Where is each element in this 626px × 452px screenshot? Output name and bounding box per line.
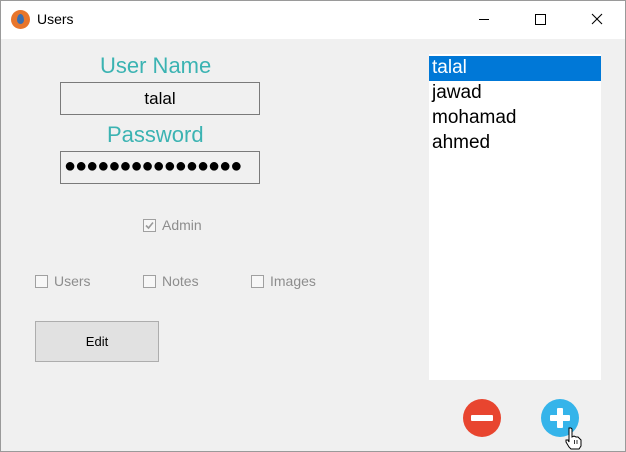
- edit-button[interactable]: Edit: [35, 321, 159, 362]
- users-window: Users User Name talal Password ●●●●●●●●●…: [0, 0, 626, 452]
- password-field[interactable]: ●●●●●●●●●●●●●●●●: [60, 151, 260, 184]
- admin-checkbox-box: [143, 219, 156, 232]
- list-item-label: talal: [432, 57, 467, 78]
- users-checkbox-box: [35, 275, 48, 288]
- window-title: Users: [37, 11, 74, 27]
- username-field[interactable]: talal: [60, 82, 260, 115]
- close-icon: [591, 13, 603, 25]
- users-permission-label: Users: [54, 273, 91, 289]
- password-value: ●●●●●●●●●●●●●●●●: [64, 155, 242, 177]
- title-bar[interactable]: Users: [1, 1, 625, 39]
- images-permission-label: Images: [270, 273, 316, 289]
- images-checkbox-box: [251, 275, 264, 288]
- list-item[interactable]: talal: [429, 56, 601, 81]
- notes-checkbox-box: [143, 275, 156, 288]
- list-item-label: jawad: [432, 82, 482, 103]
- hand-pointer-icon: [565, 427, 582, 450]
- list-item-label: ahmed: [432, 132, 491, 153]
- minimize-icon: [479, 19, 489, 20]
- maximize-button[interactable]: [517, 1, 563, 39]
- list-item[interactable]: jawad: [429, 81, 601, 106]
- minus-circle-icon: [471, 415, 493, 421]
- username-value: talal: [144, 89, 176, 108]
- edit-button-label: Edit: [85, 334, 109, 349]
- admin-label: Admin: [162, 217, 202, 233]
- list-item-label: mohamad: [432, 107, 517, 128]
- remove-user-button[interactable]: [463, 399, 501, 437]
- users-listbox[interactable]: talal jawad mohamad ahmed: [429, 54, 601, 380]
- minimize-button[interactable]: [461, 1, 507, 39]
- list-item[interactable]: ahmed: [429, 131, 601, 156]
- app-icon: [11, 10, 30, 29]
- maximize-icon: [535, 14, 546, 25]
- checkmark-icon: [145, 221, 154, 230]
- password-label: Password: [107, 122, 204, 147]
- username-label: User Name: [100, 53, 212, 78]
- list-item[interactable]: mohamad: [429, 106, 601, 131]
- notes-permission-label: Notes: [162, 273, 199, 289]
- close-button[interactable]: [573, 1, 619, 39]
